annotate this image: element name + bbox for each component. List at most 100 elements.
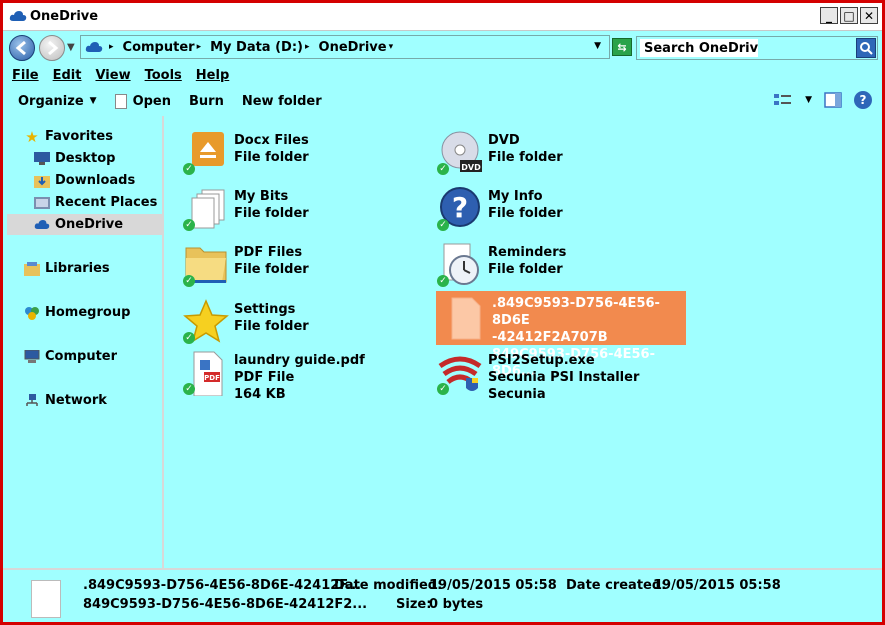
svg-text:?: ? <box>452 191 468 224</box>
details-pane: .849C9593-D756-4E56-8D6E-42412F... 849C9… <box>3 568 882 622</box>
file-list: ✓ Docx Files File folder DVD ✓ DVD File … <box>166 116 882 568</box>
file-size: 164 KB <box>234 387 286 402</box>
file-type: File folder <box>234 150 309 165</box>
address-bar-row: ▼ ▸ Computer ▸ My Data (D:) ▸ OneDrive ▾ ▼ … <box>3 31 882 64</box>
preview-pane-icon[interactable] <box>824 92 842 108</box>
file-item-my-bits[interactable]: ✓ My Bits File folder <box>182 186 309 234</box>
nav-computer-label: Computer <box>45 349 118 364</box>
menu-help[interactable]: Help <box>196 68 229 83</box>
file-type: File folder <box>488 150 563 165</box>
nav-network[interactable]: Network <box>23 390 107 411</box>
nav-computer[interactable]: Computer <box>23 346 117 367</box>
sync-check-icon: ✓ <box>437 219 449 231</box>
help-icon[interactable]: ? <box>854 91 872 109</box>
menu-edit[interactable]: Edit <box>53 68 82 83</box>
menu-tools[interactable]: Tools <box>145 68 182 83</box>
sync-check-icon: ✓ <box>437 163 449 175</box>
file-name: DVD <box>488 133 520 148</box>
file-item-psi2setup[interactable]: ✓ PSI2Setup.exe Secunia PSI Installer Se… <box>436 350 639 403</box>
arrow-right-icon <box>48 40 59 56</box>
new-folder-button[interactable]: New folder <box>242 94 322 109</box>
nav-downloads[interactable]: Downloads <box>33 170 135 191</box>
recent-places-icon <box>33 195 51 211</box>
minimize-button[interactable]: _ <box>820 7 838 24</box>
blank-file-icon <box>31 580 61 618</box>
refresh-icon: ⇆ <box>617 40 627 54</box>
sync-check-icon: ✓ <box>183 275 195 287</box>
file-item-docx-files[interactable]: ✓ Docx Files File folder <box>182 130 309 178</box>
file-type: File folder <box>234 206 309 221</box>
file-item-reminders[interactable]: ✓ Reminders File folder <box>436 242 566 290</box>
organize-label: Organize <box>18 93 84 109</box>
clock-icon: ✓ <box>436 242 486 290</box>
pdf-file-icon: PDF ✓ <box>182 350 232 398</box>
history-chevron-down-icon[interactable]: ▼ <box>67 42 75 53</box>
file-name: Settings <box>234 302 296 317</box>
file-item-settings[interactable]: ✓ Settings File folder <box>182 299 309 347</box>
open-button[interactable]: Open <box>114 93 171 109</box>
network-icon <box>23 393 41 409</box>
breadcrumb-onedrive[interactable]: OneDrive ▾ <box>319 40 398 55</box>
title-bar[interactable]: OneDrive _ □ ✕ <box>3 3 882 31</box>
window-title: OneDrive <box>30 9 99 24</box>
details-created-label: Date created: <box>566 578 667 593</box>
breadcrumb-my-data[interactable]: My Data (D:) ▸ <box>210 40 313 55</box>
sync-check-icon: ✓ <box>183 332 195 344</box>
menu-view[interactable]: View <box>95 68 130 83</box>
sync-check-icon: ✓ <box>437 275 449 287</box>
view-options-icon[interactable] <box>773 92 793 108</box>
organize-button[interactable]: Organize ▼ <box>18 94 97 109</box>
breadcrumb-root-arrow[interactable]: ▸ <box>107 42 118 52</box>
file-type: PDF File <box>234 370 295 385</box>
burn-button[interactable]: Burn <box>189 94 224 109</box>
documents-stack-icon: ✓ <box>182 186 232 234</box>
view-chevron-down-icon[interactable]: ▼ <box>805 95 812 105</box>
file-name: My Bits <box>234 189 289 204</box>
nav-homegroup-label: Homegroup <box>45 305 131 320</box>
onedrive-cloud-icon <box>85 42 103 52</box>
file-type: File folder <box>488 206 563 221</box>
file-item-my-info[interactable]: ? ✓ My Info File folder <box>436 186 563 234</box>
svg-text:PDF: PDF <box>204 374 220 382</box>
address-box[interactable]: ▸ Computer ▸ My Data (D:) ▸ OneDrive ▾ ▼ <box>80 35 610 59</box>
file-type: File folder <box>234 262 309 277</box>
details-file-name: .849C9593-D756-4E56-8D6E-42412F... <box>83 578 362 593</box>
file-item-dvd[interactable]: DVD ✓ DVD File folder <box>436 130 563 178</box>
close-button[interactable]: ✕ <box>860 7 878 24</box>
help-question-icon: ? ✓ <box>436 186 486 234</box>
star-icon: ✓ <box>182 299 232 347</box>
details-modified-value: 19/05/2015 05:58 <box>429 578 557 593</box>
homegroup-icon <box>23 305 41 321</box>
menu-file[interactable]: File <box>12 68 39 83</box>
forward-button[interactable] <box>39 35 65 61</box>
downloads-folder-icon <box>33 173 51 189</box>
search-icon[interactable] <box>856 38 876 58</box>
file-item-guid-selected[interactable]: .849C9593-D756-4E56-8D6E -42412F2A707B 8… <box>436 291 686 379</box>
breadcrumb-computer[interactable]: Computer ▸ <box>123 40 206 55</box>
file-item-pdf-files[interactable]: ✓ PDF Files File folder <box>182 242 309 290</box>
file-name: Docx Files <box>234 133 309 148</box>
folder-icon: ✓ <box>182 242 232 290</box>
search-input[interactable] <box>640 39 758 57</box>
arrow-left-icon <box>15 40 26 56</box>
nav-homegroup[interactable]: Homegroup <box>23 302 130 323</box>
maximize-button[interactable]: □ <box>840 7 858 24</box>
refresh-button[interactable]: ⇆ <box>612 38 632 56</box>
nav-desktop[interactable]: Desktop <box>33 148 115 169</box>
sync-check-icon: ✓ <box>183 163 195 175</box>
nav-libraries[interactable]: Libraries <box>23 258 110 279</box>
computer-icon <box>23 349 41 365</box>
explorer-window: OneDrive _ □ ✕ ▼ ▸ Computer ▸ My Data (D:… <box>0 0 885 625</box>
nav-recent-places[interactable]: Recent Places <box>33 192 157 213</box>
nav-onedrive[interactable]: OneDrive <box>7 214 162 235</box>
search-box[interactable] <box>636 36 878 60</box>
file-name: laundry guide.pdf <box>234 353 365 368</box>
nav-favorites[interactable]: ★ Favorites <box>23 126 113 147</box>
details-modified-label: Date modified: <box>334 578 443 593</box>
back-button[interactable] <box>9 35 35 61</box>
navigation-pane: ★ Favorites Desktop Downloads Recent Pla… <box>3 116 164 568</box>
file-item-laundry-guide[interactable]: PDF ✓ laundry guide.pdf PDF File 164 KB <box>182 350 365 403</box>
file-name: .849C9593-D756-4E56-8D6E <box>492 296 660 328</box>
address-dropdown-chevron-down-icon[interactable]: ▼ <box>594 41 601 51</box>
document-icon <box>114 93 127 109</box>
